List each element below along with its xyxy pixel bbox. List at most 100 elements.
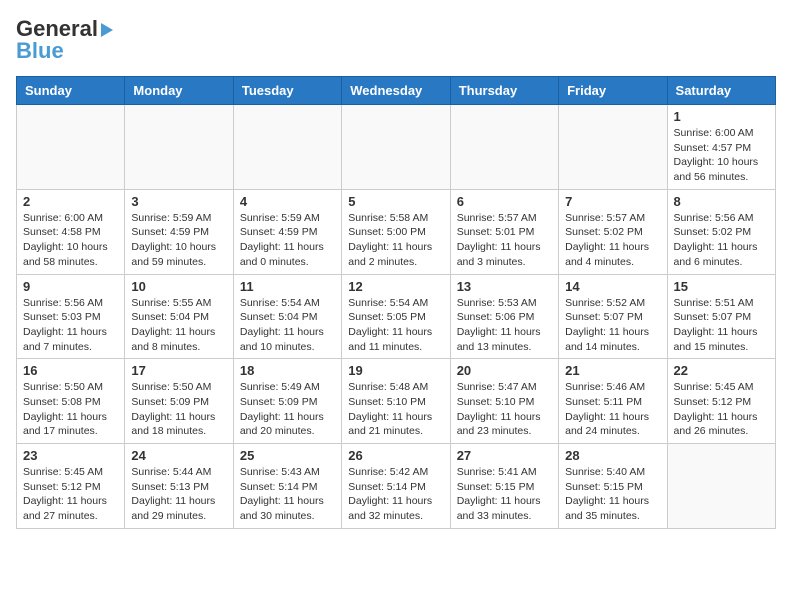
day-info: Sunrise: 5:54 AM Sunset: 5:05 PM Dayligh… xyxy=(348,296,443,355)
day-info: Sunrise: 5:57 AM Sunset: 5:02 PM Dayligh… xyxy=(565,211,660,270)
calendar-cell: 21 Sunrise: 5:46 AM Sunset: 5:11 PM Dayli… xyxy=(559,359,667,444)
calendar-cell: 23 Sunrise: 5:45 AM Sunset: 5:12 PM Dayli… xyxy=(17,444,125,529)
day-number: 4 xyxy=(240,194,335,209)
calendar-cell: 7 Sunrise: 5:57 AM Sunset: 5:02 PM Daylig… xyxy=(559,189,667,274)
calendar-cell: 9 Sunrise: 5:56 AM Sunset: 5:03 PM Daylig… xyxy=(17,274,125,359)
day-info: Sunrise: 5:56 AM Sunset: 5:03 PM Dayligh… xyxy=(23,296,118,355)
day-number: 1 xyxy=(674,109,769,124)
calendar-cell xyxy=(667,444,775,529)
calendar-week-row: 1 Sunrise: 6:00 AM Sunset: 4:57 PM Daylig… xyxy=(17,105,776,190)
calendar-cell xyxy=(17,105,125,190)
day-number: 3 xyxy=(131,194,226,209)
weekday-header: Wednesday xyxy=(342,77,450,105)
day-number: 19 xyxy=(348,363,443,378)
day-info: Sunrise: 5:50 AM Sunset: 5:08 PM Dayligh… xyxy=(23,380,118,439)
day-number: 7 xyxy=(565,194,660,209)
day-number: 8 xyxy=(674,194,769,209)
calendar-cell: 13 Sunrise: 5:53 AM Sunset: 5:06 PM Dayli… xyxy=(450,274,558,359)
day-number: 21 xyxy=(565,363,660,378)
day-info: Sunrise: 5:58 AM Sunset: 5:00 PM Dayligh… xyxy=(348,211,443,270)
logo-arrow-icon xyxy=(101,23,113,37)
page-header: General Blue xyxy=(16,16,776,64)
calendar-cell: 4 Sunrise: 5:59 AM Sunset: 4:59 PM Daylig… xyxy=(233,189,341,274)
calendar-cell: 22 Sunrise: 5:45 AM Sunset: 5:12 PM Dayli… xyxy=(667,359,775,444)
day-info: Sunrise: 6:00 AM Sunset: 4:57 PM Dayligh… xyxy=(674,126,769,185)
calendar-cell: 6 Sunrise: 5:57 AM Sunset: 5:01 PM Daylig… xyxy=(450,189,558,274)
calendar-cell: 16 Sunrise: 5:50 AM Sunset: 5:08 PM Dayli… xyxy=(17,359,125,444)
day-info: Sunrise: 5:42 AM Sunset: 5:14 PM Dayligh… xyxy=(348,465,443,524)
day-number: 28 xyxy=(565,448,660,463)
calendar-cell: 27 Sunrise: 5:41 AM Sunset: 5:15 PM Dayli… xyxy=(450,444,558,529)
day-info: Sunrise: 5:57 AM Sunset: 5:01 PM Dayligh… xyxy=(457,211,552,270)
calendar-table: SundayMondayTuesdayWednesdayThursdayFrid… xyxy=(16,76,776,529)
calendar-cell: 24 Sunrise: 5:44 AM Sunset: 5:13 PM Dayli… xyxy=(125,444,233,529)
logo-blue: Blue xyxy=(16,38,64,64)
calendar-cell: 5 Sunrise: 5:58 AM Sunset: 5:00 PM Daylig… xyxy=(342,189,450,274)
day-info: Sunrise: 5:41 AM Sunset: 5:15 PM Dayligh… xyxy=(457,465,552,524)
day-info: Sunrise: 5:50 AM Sunset: 5:09 PM Dayligh… xyxy=(131,380,226,439)
day-number: 12 xyxy=(348,279,443,294)
calendar-cell xyxy=(233,105,341,190)
logo: General Blue xyxy=(16,16,113,64)
day-info: Sunrise: 5:46 AM Sunset: 5:11 PM Dayligh… xyxy=(565,380,660,439)
day-number: 17 xyxy=(131,363,226,378)
day-number: 23 xyxy=(23,448,118,463)
day-info: Sunrise: 5:54 AM Sunset: 5:04 PM Dayligh… xyxy=(240,296,335,355)
day-info: Sunrise: 5:40 AM Sunset: 5:15 PM Dayligh… xyxy=(565,465,660,524)
calendar-cell xyxy=(342,105,450,190)
calendar-cell: 14Sunrise: 5:52 AM Sunset: 5:07 PM Dayli… xyxy=(559,274,667,359)
calendar-week-row: 9 Sunrise: 5:56 AM Sunset: 5:03 PM Daylig… xyxy=(17,274,776,359)
day-info: Sunrise: 5:59 AM Sunset: 4:59 PM Dayligh… xyxy=(240,211,335,270)
day-info: Sunrise: 5:49 AM Sunset: 5:09 PM Dayligh… xyxy=(240,380,335,439)
calendar-cell: 10Sunrise: 5:55 AM Sunset: 5:04 PM Dayli… xyxy=(125,274,233,359)
day-number: 9 xyxy=(23,279,118,294)
day-number: 27 xyxy=(457,448,552,463)
calendar-cell: 28 Sunrise: 5:40 AM Sunset: 5:15 PM Dayli… xyxy=(559,444,667,529)
calendar-cell: 11 Sunrise: 5:54 AM Sunset: 5:04 PM Dayli… xyxy=(233,274,341,359)
calendar-cell: 12 Sunrise: 5:54 AM Sunset: 5:05 PM Dayli… xyxy=(342,274,450,359)
calendar-cell: 1 Sunrise: 6:00 AM Sunset: 4:57 PM Daylig… xyxy=(667,105,775,190)
weekday-header: Thursday xyxy=(450,77,558,105)
calendar-cell: 25Sunrise: 5:43 AM Sunset: 5:14 PM Dayli… xyxy=(233,444,341,529)
day-number: 26 xyxy=(348,448,443,463)
day-info: Sunrise: 5:44 AM Sunset: 5:13 PM Dayligh… xyxy=(131,465,226,524)
day-number: 20 xyxy=(457,363,552,378)
day-number: 25 xyxy=(240,448,335,463)
day-number: 5 xyxy=(348,194,443,209)
calendar-cell: 20Sunrise: 5:47 AM Sunset: 5:10 PM Dayli… xyxy=(450,359,558,444)
day-number: 2 xyxy=(23,194,118,209)
calendar-cell xyxy=(450,105,558,190)
calendar-cell xyxy=(125,105,233,190)
day-info: Sunrise: 5:45 AM Sunset: 5:12 PM Dayligh… xyxy=(674,380,769,439)
calendar-cell: 15 Sunrise: 5:51 AM Sunset: 5:07 PM Dayli… xyxy=(667,274,775,359)
day-number: 24 xyxy=(131,448,226,463)
weekday-header: Sunday xyxy=(17,77,125,105)
weekday-header: Friday xyxy=(559,77,667,105)
day-info: Sunrise: 5:51 AM Sunset: 5:07 PM Dayligh… xyxy=(674,296,769,355)
calendar-cell: 18Sunrise: 5:49 AM Sunset: 5:09 PM Dayli… xyxy=(233,359,341,444)
day-info: Sunrise: 5:48 AM Sunset: 5:10 PM Dayligh… xyxy=(348,380,443,439)
day-number: 16 xyxy=(23,363,118,378)
calendar-week-row: 23 Sunrise: 5:45 AM Sunset: 5:12 PM Dayli… xyxy=(17,444,776,529)
calendar-cell: 19 Sunrise: 5:48 AM Sunset: 5:10 PM Dayli… xyxy=(342,359,450,444)
day-number: 10 xyxy=(131,279,226,294)
day-info: Sunrise: 5:52 AM Sunset: 5:07 PM Dayligh… xyxy=(565,296,660,355)
weekday-header: Monday xyxy=(125,77,233,105)
day-number: 11 xyxy=(240,279,335,294)
day-number: 22 xyxy=(674,363,769,378)
calendar-cell: 17 Sunrise: 5:50 AM Sunset: 5:09 PM Dayli… xyxy=(125,359,233,444)
day-number: 15 xyxy=(674,279,769,294)
day-info: Sunrise: 5:53 AM Sunset: 5:06 PM Dayligh… xyxy=(457,296,552,355)
calendar-cell: 2 Sunrise: 6:00 AM Sunset: 4:58 PM Daylig… xyxy=(17,189,125,274)
day-info: Sunrise: 6:00 AM Sunset: 4:58 PM Dayligh… xyxy=(23,211,118,270)
day-number: 13 xyxy=(457,279,552,294)
calendar-week-row: 16 Sunrise: 5:50 AM Sunset: 5:08 PM Dayli… xyxy=(17,359,776,444)
calendar-week-row: 2 Sunrise: 6:00 AM Sunset: 4:58 PM Daylig… xyxy=(17,189,776,274)
calendar-header-row: SundayMondayTuesdayWednesdayThursdayFrid… xyxy=(17,77,776,105)
weekday-header: Saturday xyxy=(667,77,775,105)
calendar-cell: 8 Sunrise: 5:56 AM Sunset: 5:02 PM Daylig… xyxy=(667,189,775,274)
day-info: Sunrise: 5:45 AM Sunset: 5:12 PM Dayligh… xyxy=(23,465,118,524)
day-number: 6 xyxy=(457,194,552,209)
calendar-cell xyxy=(559,105,667,190)
day-info: Sunrise: 5:56 AM Sunset: 5:02 PM Dayligh… xyxy=(674,211,769,270)
